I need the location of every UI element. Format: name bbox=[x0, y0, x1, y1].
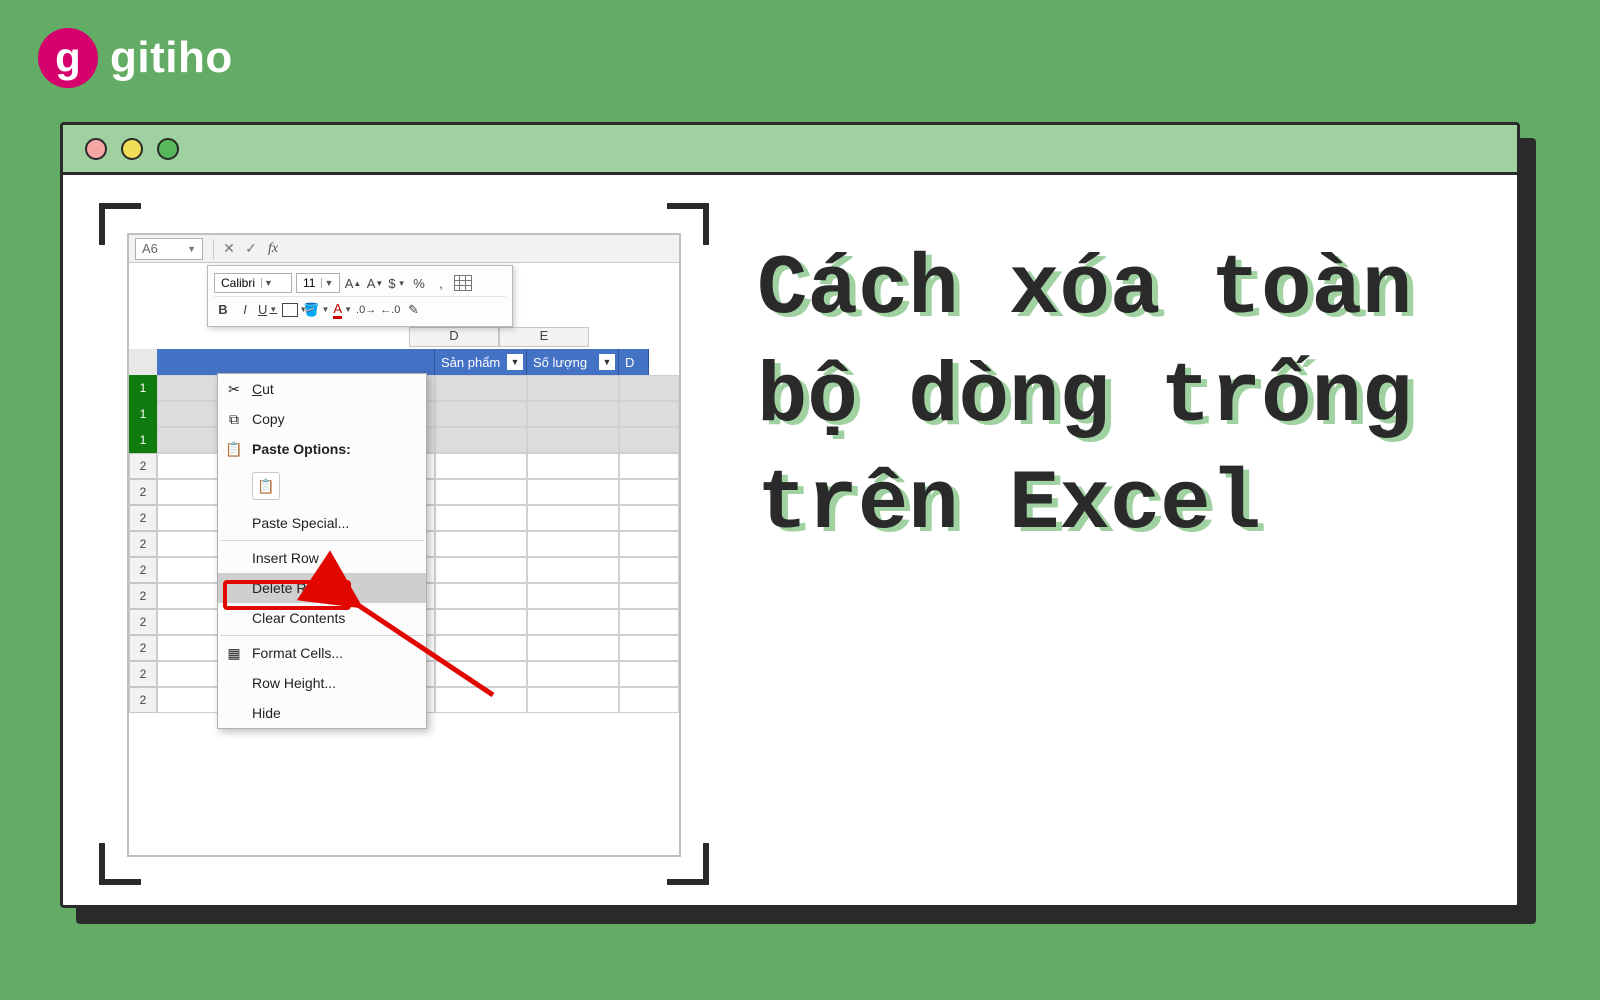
format-cells-icon: ▦ bbox=[224, 645, 244, 662]
row-number[interactable]: 2 bbox=[129, 479, 157, 505]
column-header-d[interactable]: D bbox=[409, 327, 499, 347]
mini-toolbar: Calibri▼ 11▼ A▲ A▼ $▼ % , B I U▼ ▼ bbox=[207, 265, 513, 327]
menu-format-cells[interactable]: ▦ Format Cells... bbox=[218, 638, 426, 668]
menu-copy[interactable]: ⧉ Copy bbox=[218, 404, 426, 434]
row-number[interactable]: 2 bbox=[129, 453, 157, 479]
cancel-icon[interactable]: ✕ bbox=[218, 238, 240, 260]
window-titlebar bbox=[63, 125, 1517, 175]
formula-bar: A6 ▼ ✕ ✓ fx bbox=[129, 235, 679, 263]
table-header-row: Sản phẩm ▼ Số lượng ▼ D bbox=[157, 349, 679, 375]
bold-button[interactable]: B bbox=[214, 300, 232, 320]
underline-button[interactable]: U▼ bbox=[258, 300, 277, 320]
fill-color-icon[interactable]: 🪣▼ bbox=[303, 300, 329, 320]
menu-cut[interactable]: ✂ Cut bbox=[218, 374, 426, 404]
border-icon[interactable]: ▼ bbox=[281, 300, 299, 320]
row-number[interactable]: 2 bbox=[129, 583, 157, 609]
brand-logo: g gitiho bbox=[38, 28, 233, 88]
row-number[interactable]: 2 bbox=[129, 531, 157, 557]
copy-icon: ⧉ bbox=[224, 411, 244, 428]
row-number[interactable]: 1 bbox=[129, 427, 157, 453]
menu-hide[interactable]: Hide bbox=[218, 698, 426, 728]
menu-delete-row[interactable]: Delete Row bbox=[218, 573, 426, 603]
context-menu: ✂ Cut ⧉ Copy 📋 Paste Options: 📋 Paste Sp… bbox=[217, 373, 427, 729]
menu-paste-special[interactable]: Paste Special... bbox=[218, 508, 426, 538]
app-window: A6 ▼ ✕ ✓ fx Calibri▼ 11▼ A▲ A bbox=[60, 122, 1520, 908]
format-painter-icon[interactable]: ✎ bbox=[404, 300, 422, 320]
row-number[interactable]: 1 bbox=[129, 375, 157, 401]
menu-clear-contents[interactable]: Clear Contents bbox=[218, 603, 426, 633]
row-number[interactable]: 2 bbox=[129, 557, 157, 583]
row-number[interactable]: 2 bbox=[129, 635, 157, 661]
scissors-icon: ✂ bbox=[224, 381, 244, 398]
row-number[interactable]: 2 bbox=[129, 505, 157, 531]
name-box[interactable]: A6 ▼ bbox=[135, 238, 203, 260]
comma-icon[interactable]: , bbox=[432, 273, 450, 293]
brand-name: gitiho bbox=[110, 33, 233, 83]
clipboard-icon: 📋 bbox=[224, 441, 244, 458]
logo-mark-icon: g bbox=[38, 28, 98, 88]
row-number[interactable]: 2 bbox=[129, 687, 157, 713]
excel-screenshot: A6 ▼ ✕ ✓ fx Calibri▼ 11▼ A▲ A bbox=[127, 233, 681, 857]
filter-icon[interactable]: ▼ bbox=[599, 354, 615, 370]
page-title: Cách xóa toàn bộ dòng trống trên Excel C… bbox=[757, 237, 1491, 560]
row-number[interactable]: 1 bbox=[129, 401, 157, 427]
name-box-value: A6 bbox=[142, 241, 158, 256]
font-size-selector[interactable]: 11▼ bbox=[296, 273, 340, 293]
filter-icon[interactable]: ▼ bbox=[507, 354, 523, 370]
menu-paste-options-label: 📋 Paste Options: bbox=[218, 434, 426, 464]
decimal-increase-icon[interactable]: .0→ bbox=[356, 300, 376, 320]
increase-font-icon[interactable]: A▲ bbox=[344, 273, 362, 293]
font-selector[interactable]: Calibri▼ bbox=[214, 273, 292, 293]
paste-option-row: 📋 bbox=[218, 464, 426, 508]
percent-icon[interactable]: % bbox=[410, 273, 428, 293]
enter-icon[interactable]: ✓ bbox=[240, 238, 262, 260]
row-number[interactable]: 2 bbox=[129, 609, 157, 635]
menu-row-height[interactable]: Row Height... bbox=[218, 668, 426, 698]
paste-default-icon[interactable]: 📋 bbox=[252, 472, 280, 500]
table-icon[interactable] bbox=[454, 273, 472, 293]
row-number-gutter: 1 1 1 2 2 2 2 2 2 2 2 2 2 bbox=[129, 349, 157, 713]
zoom-icon[interactable] bbox=[157, 138, 179, 160]
decimal-decrease-icon[interactable]: ←.0 bbox=[380, 300, 400, 320]
header-san-pham: Sản phẩm bbox=[441, 355, 500, 370]
window-content: A6 ▼ ✕ ✓ fx Calibri▼ 11▼ A▲ A bbox=[63, 175, 1517, 905]
menu-insert-row[interactable]: Insert Row bbox=[218, 543, 426, 573]
fx-icon[interactable]: fx bbox=[268, 241, 278, 257]
column-header-e[interactable]: E bbox=[499, 327, 589, 347]
close-icon[interactable] bbox=[85, 138, 107, 160]
row-number[interactable]: 2 bbox=[129, 661, 157, 687]
italic-button[interactable]: I bbox=[236, 300, 254, 320]
font-color-icon[interactable]: A▼ bbox=[333, 300, 352, 320]
currency-icon[interactable]: $▼ bbox=[388, 273, 406, 293]
header-col-partial: D bbox=[625, 355, 634, 370]
minimize-icon[interactable] bbox=[121, 138, 143, 160]
decrease-font-icon[interactable]: A▼ bbox=[366, 273, 384, 293]
header-so-luong: Số lượng bbox=[533, 355, 587, 370]
